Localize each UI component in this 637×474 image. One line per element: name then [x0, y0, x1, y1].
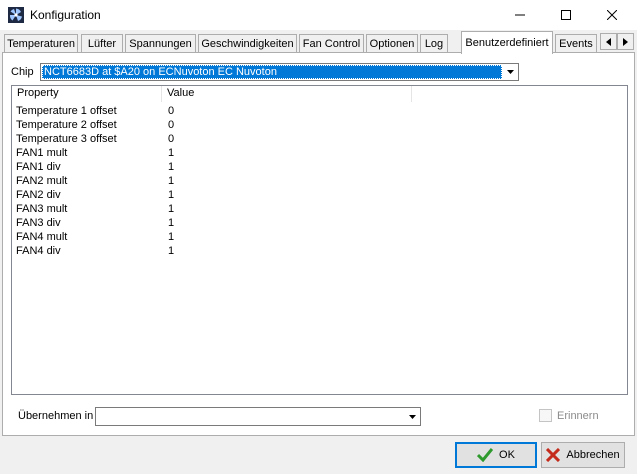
table-row[interactable]: FAN4 div 1 [12, 244, 612, 258]
table-row[interactable]: FAN3 mult 1 [12, 202, 612, 216]
value-cell: 1 [168, 161, 175, 173]
arrow-right-icon [623, 37, 628, 46]
chip-dropdown-button[interactable] [503, 65, 517, 79]
property-list[interactable]: Property Value Temperature 1 offset 0 Temp… [11, 85, 628, 395]
tab-strip: Temperaturen Lüfter Spannungen Geschwind… [0, 31, 637, 54]
property-cell: FAN3 div [16, 217, 61, 229]
value-cell: 1 [168, 147, 175, 159]
chip-label: Chip [11, 66, 34, 78]
value-cell: 1 [168, 189, 175, 201]
property-cell: FAN3 mult [16, 203, 68, 215]
arrow-left-icon [606, 37, 611, 46]
value-cell: 1 [168, 175, 175, 187]
value-cell: 1 [168, 203, 175, 215]
table-row[interactable]: Temperature 1 offset 0 [12, 104, 612, 118]
tab-label: Lüfter [87, 37, 117, 50]
apply-to-label: Übernehmen in [18, 410, 94, 422]
tab-scroll-right-button[interactable] [617, 33, 634, 50]
tab-label: Temperaturen [7, 37, 75, 50]
table-row[interactable]: FAN1 div 1 [12, 160, 612, 174]
tab-benutzerdefiniert[interactable]: Benutzerdefiniert [461, 31, 553, 54]
tab-label: Log [424, 37, 444, 50]
tab-scroll-left-button[interactable] [600, 33, 617, 50]
tab-label: Events [559, 37, 593, 50]
tab-temperaturen[interactable]: Temperaturen [4, 34, 78, 52]
checkmark-icon [477, 448, 494, 462]
close-icon [607, 10, 617, 20]
tab-label: Benutzerdefiniert [465, 37, 549, 49]
property-cell: FAN4 mult [16, 231, 68, 243]
property-cell: Temperature 2 offset [16, 119, 117, 131]
window-title: Konfiguration [30, 8, 101, 22]
cross-icon [546, 448, 561, 462]
table-row[interactable]: Temperature 2 offset 0 [12, 118, 612, 132]
chip-select[interactable]: NCT6683D at $A20 on ECNuvoton EC Nuvoton [40, 63, 519, 81]
tab-label: Geschwindigkeiten [201, 37, 294, 50]
custom-settings-panel: Chip NCT6683D at $A20 on ECNuvoton EC Nu… [2, 52, 635, 436]
table-row[interactable]: Temperature 3 offset 0 [12, 132, 612, 146]
tab-luefter[interactable]: Lüfter [81, 34, 123, 52]
maximize-button[interactable] [543, 0, 589, 30]
property-cell: FAN1 mult [16, 147, 68, 159]
close-button[interactable] [589, 0, 635, 30]
property-cell: FAN4 div [16, 245, 61, 257]
value-cell: 1 [168, 231, 175, 243]
tab-label: Optionen [369, 37, 415, 50]
minimize-icon [515, 14, 525, 16]
property-cell: Temperature 1 offset [16, 105, 117, 117]
table-row[interactable]: FAN2 div 1 [12, 188, 612, 202]
property-cell: FAN2 mult [16, 175, 68, 187]
tab-geschwindigkeiten[interactable]: Geschwindigkeiten [198, 34, 297, 52]
tab-fan-control[interactable]: Fan Control [299, 34, 364, 52]
value-cell: 1 [168, 245, 175, 257]
maximize-icon [561, 10, 571, 20]
value-cell: 0 [168, 119, 175, 131]
tab-spannungen[interactable]: Spannungen [125, 34, 196, 52]
cancel-label: Abbrechen [566, 449, 620, 461]
table-row[interactable]: FAN2 mult 1 [12, 174, 612, 188]
apply-dropdown-button[interactable] [405, 410, 419, 424]
property-cell: FAN1 div [16, 161, 61, 173]
list-header: Property Value [12, 86, 627, 102]
chip-selected-value: NCT6683D at $A20 on ECNuvoton EC Nuvoton [42, 65, 502, 79]
app-fan-icon [8, 7, 24, 23]
chevron-down-icon [408, 415, 416, 419]
column-header-filler [412, 86, 627, 102]
column-header-value[interactable]: Value [162, 86, 412, 102]
table-row[interactable]: FAN3 div 1 [12, 216, 612, 230]
tab-optionen[interactable]: Optionen [366, 34, 418, 52]
ok-label: OK [499, 449, 515, 461]
column-header-property[interactable]: Property [12, 86, 162, 102]
remember-label: Erinnern [557, 410, 599, 422]
tab-label: Spannungen [129, 37, 192, 50]
tab-log[interactable]: Log [420, 34, 448, 52]
property-cell: Temperature 3 offset [16, 133, 117, 145]
table-row[interactable]: FAN4 mult 1 [12, 230, 612, 244]
value-cell: 1 [168, 217, 175, 229]
table-row[interactable]: FAN1 mult 1 [12, 146, 612, 160]
remember-checkbox[interactable] [539, 409, 552, 422]
minimize-button[interactable] [497, 0, 543, 30]
value-cell: 0 [168, 133, 175, 145]
chevron-down-icon [506, 70, 514, 74]
tab-label: Fan Control [302, 37, 361, 50]
ok-button[interactable]: OK [455, 442, 537, 468]
property-cell: FAN2 div [16, 189, 61, 201]
cancel-button[interactable]: Abbrechen [541, 442, 625, 468]
apply-to-select[interactable] [95, 407, 421, 426]
value-cell: 0 [168, 105, 175, 117]
tab-events[interactable]: Events [555, 34, 597, 52]
